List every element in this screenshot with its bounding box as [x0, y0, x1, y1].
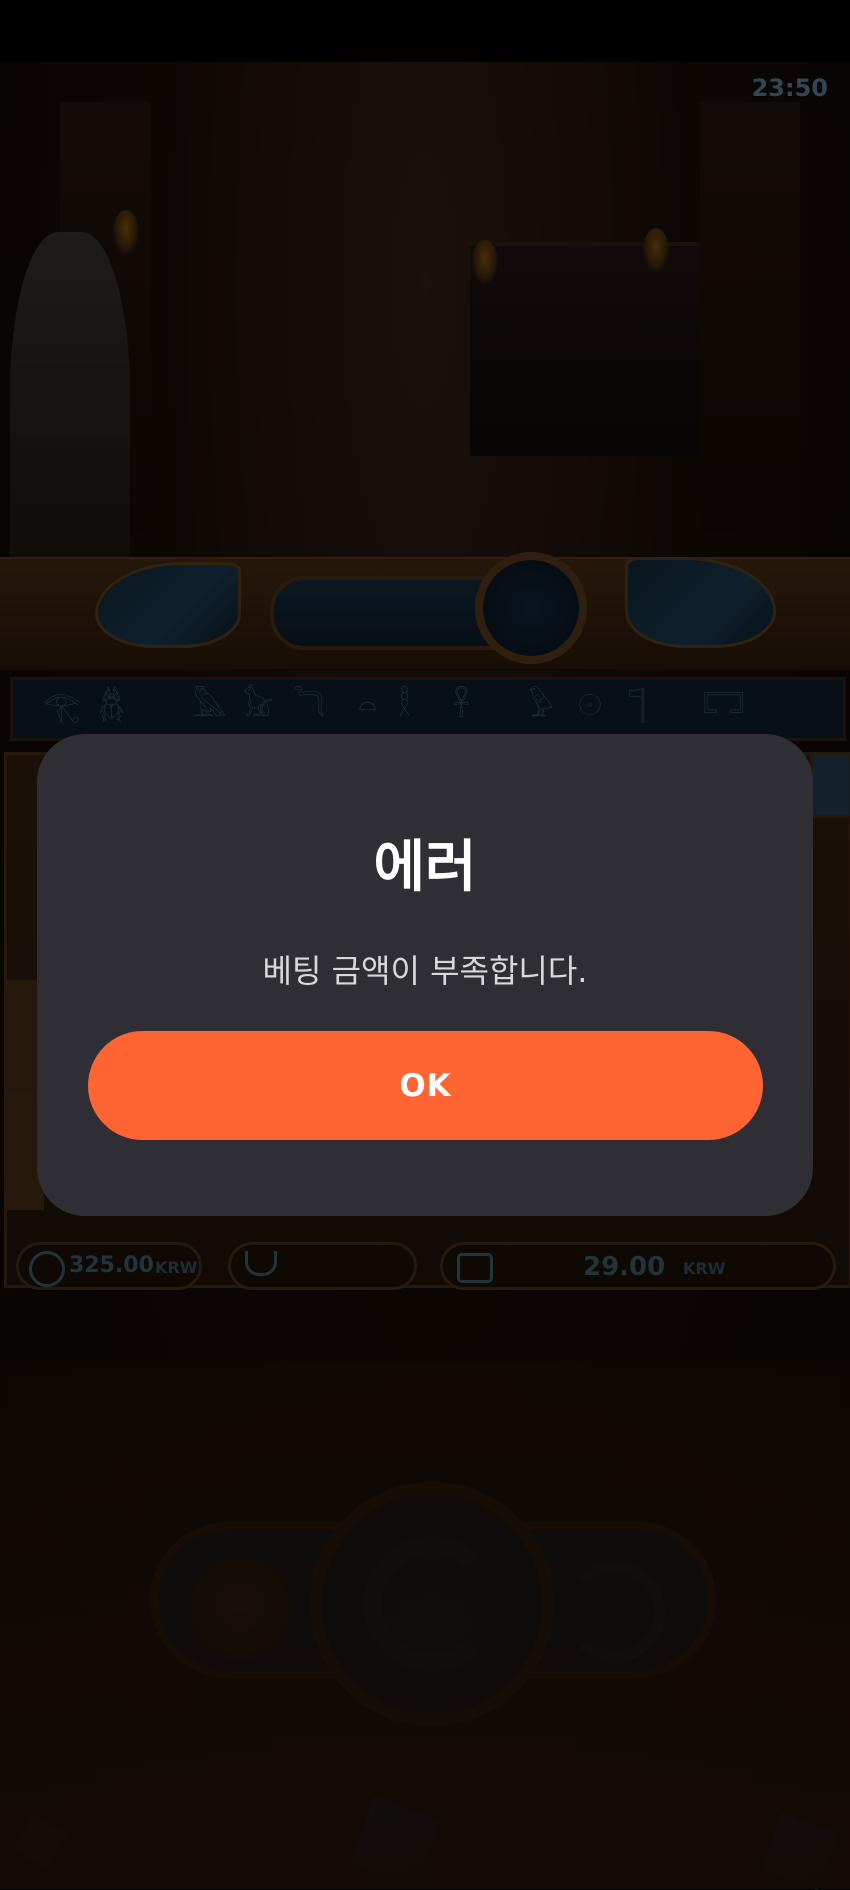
dialog-title: 에러 [373, 835, 477, 900]
dialog-message: 베팅 금액이 부족합니다. [262, 952, 588, 990]
error-dialog: 에러 베팅 금액이 부족합니다. OK [37, 734, 813, 1216]
ok-button[interactable]: OK [88, 1031, 763, 1140]
game-clock: 23:50 [751, 74, 828, 102]
status-bar [0, 0, 850, 62]
